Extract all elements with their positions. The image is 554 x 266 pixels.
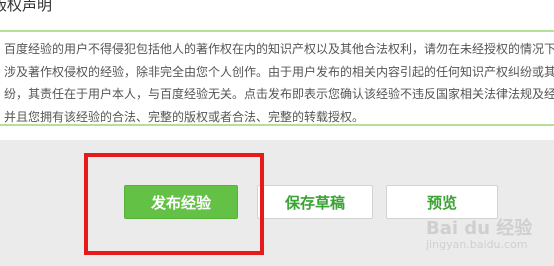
notice-line: 百度经验的用户不得侵犯包括他人的著作权在内的知识产权以及其他合法权利，请勿在未经… — [4, 42, 554, 56]
copyright-notice-box: 百度经验的用户不得侵犯包括他人的著作权在内的知识产权以及其他合法权利，请勿在未经… — [0, 30, 554, 126]
notice-line: 并且您拥有该经验的合法、完整的版权或者合法、完整的转载授权。 — [4, 109, 365, 124]
copyright-notice-text: 百度经验的用户不得侵犯包括他人的著作权在内的知识产权以及其他合法权利，请勿在未经… — [4, 38, 554, 128]
save-draft-button[interactable]: 保存草稿 — [257, 185, 373, 219]
publish-button[interactable]: 发布经验 — [124, 185, 238, 219]
section-title: 版权声明 — [0, 0, 53, 14]
publish-page: 版权声明 百度经验的用户不得侵犯包括他人的著作权在内的知识产权以及其他合法权利，… — [0, 0, 554, 266]
copyright-panel: 版权声明 百度经验的用户不得侵犯包括他人的著作权在内的知识产权以及其他合法权利，… — [0, 0, 554, 140]
notice-line: 涉及著作权侵权的经验，除非完全由您个人创作。由于用户发布的相关内容引起的任何知识… — [4, 64, 554, 79]
notice-line: 纷，其责任在于用户本人，与百度经验无关。点击发布即表示您确认该经验不违反国家相关… — [4, 87, 554, 101]
preview-button[interactable]: 预览 — [386, 185, 498, 219]
